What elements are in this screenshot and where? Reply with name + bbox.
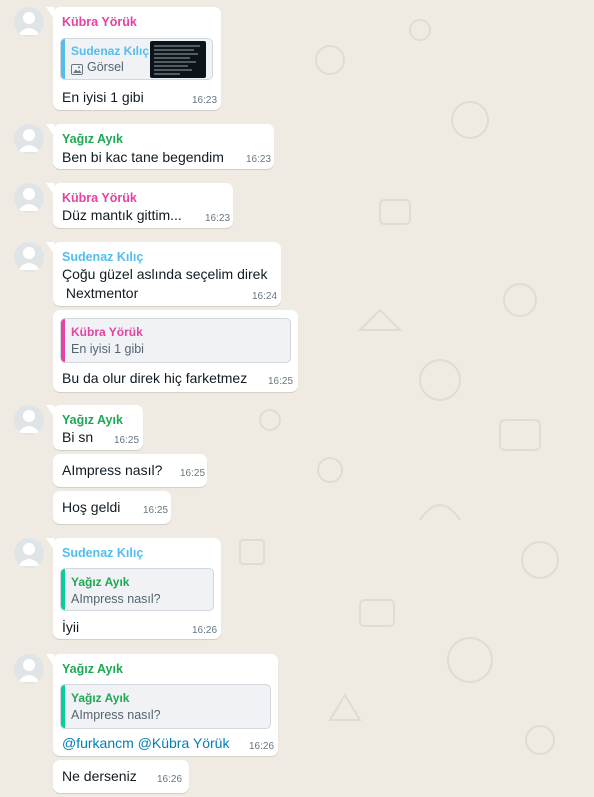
quote-sender: Yağız Ayık (71, 691, 130, 705)
sender-name[interactable]: Sudenaz Kılıç (62, 250, 143, 264)
message-time: 16:25 (180, 468, 206, 479)
message-text: Çoğu güzel aslında seçelim direk (62, 266, 268, 282)
message-time: 16:23 (192, 95, 218, 106)
default-avatar-icon (18, 659, 40, 682)
message-bubble[interactable]: AImpress nasıl? 16:25 (53, 454, 207, 487)
default-avatar-icon (18, 247, 40, 270)
sender-name[interactable]: Yağız Ayık (62, 413, 123, 427)
message-time: 16:24 (252, 291, 278, 302)
quote-bar (61, 39, 65, 79)
quote-bar (61, 569, 65, 610)
sender-name[interactable]: Kübra Yörük (62, 15, 137, 29)
default-avatar-icon (18, 188, 40, 211)
message-bubble[interactable]: Hoş geldi 16:25 (53, 491, 171, 524)
message-bubble[interactable]: Sudenaz Kılıç Yağız Ayık AImpress nasıl?… (46, 538, 221, 639)
quote-sender: Yağız Ayık (71, 575, 130, 589)
quote-text: AImpress nasıl? (71, 592, 161, 606)
avatar[interactable] (14, 7, 44, 37)
quote-bar (61, 685, 65, 728)
message-bubble[interactable]: Ne derseniz 16:26 (53, 760, 189, 793)
message-bubble[interactable]: Kübra Yörük Sudenaz Kılıç Görsel En iyis… (46, 7, 221, 110)
message-time: 16:25 (143, 505, 169, 516)
bubble-tail (46, 124, 54, 136)
quote-bar (61, 319, 65, 362)
default-avatar-icon (18, 129, 40, 152)
bubble-tail (46, 654, 54, 666)
message-text: @furkancm @Kübra Yörük (62, 735, 229, 751)
message-text: Bu da olur direk hiç farketmez (62, 370, 248, 386)
avatar[interactable] (14, 124, 44, 154)
default-avatar-icon (18, 543, 40, 566)
message-bubble[interactable]: Yağız Ayık Yağız Ayık AImpress nasıl? @f… (46, 654, 278, 756)
message-time: 16:25 (114, 435, 140, 446)
message-bubble[interactable]: Kübra Yörük En iyisi 1 gibi Bu da olur d… (53, 310, 298, 392)
avatar[interactable] (14, 654, 44, 684)
quote-text: AImpress nasıl? (71, 708, 161, 722)
message-bubble[interactable]: Yağız Ayık Bi sn 16:25 (46, 405, 143, 450)
bubble-tail (46, 405, 54, 417)
message-time: 16:26 (157, 774, 183, 785)
message-text: Hoş geldi (62, 499, 121, 515)
message-time: 16:23 (205, 213, 231, 224)
quote-text: Görsel (87, 60, 124, 74)
sender-name[interactable]: Kübra Yörük (62, 191, 137, 205)
message-bubble[interactable]: Sudenaz Kılıç Çoğu güzel aslında seçelim… (46, 242, 281, 306)
message-bubble[interactable]: Kübra Yörük Düz mantık gittim... 16:23 (46, 183, 233, 228)
default-avatar-icon (18, 410, 40, 433)
quoted-message[interactable]: Yağız Ayık AImpress nasıl? (60, 684, 271, 729)
mention-link[interactable]: @furkancm (62, 735, 134, 751)
default-avatar-icon (18, 12, 40, 35)
bubble-tail (46, 538, 54, 550)
avatar[interactable] (14, 242, 44, 272)
message-time: 16:26 (249, 741, 275, 752)
quoted-message[interactable]: Sudenaz Kılıç Görsel (60, 38, 213, 80)
message-text: İyii (62, 619, 80, 635)
message-time: 16:23 (246, 154, 272, 165)
message-text: Ne derseniz (62, 768, 137, 784)
message-text: Nextmentor (62, 285, 139, 301)
message-text: En iyisi 1 gibi (62, 89, 144, 105)
message-time: 16:25 (268, 376, 294, 387)
mention-link[interactable]: @Kübra Yörük (138, 735, 230, 751)
quote-sender: Sudenaz Kılıç (71, 44, 150, 58)
sender-name[interactable]: Yağız Ayık (62, 132, 123, 146)
message-text: AImpress nasıl? (62, 462, 163, 478)
quoted-message[interactable]: Kübra Yörük En iyisi 1 gibi (60, 318, 291, 363)
quoted-message[interactable]: Yağız Ayık AImpress nasıl? (60, 568, 214, 611)
quote-text: En iyisi 1 gibi (71, 342, 144, 356)
avatar[interactable] (14, 405, 44, 435)
message-time: 16:26 (192, 625, 218, 636)
bubble-tail (46, 242, 54, 254)
quote-thumbnail (150, 41, 206, 78)
bubble-tail (46, 183, 54, 195)
avatar[interactable] (14, 183, 44, 213)
message-text: Bi sn (62, 429, 94, 445)
message-bubble[interactable]: Yağız Ayık Ben bi kac tane begendim 16:2… (46, 124, 274, 169)
avatar[interactable] (14, 538, 44, 568)
sender-name[interactable]: Yağız Ayık (62, 662, 123, 676)
sender-name[interactable]: Sudenaz Kılıç (62, 546, 143, 560)
message-text: Ben bi kac tane begendim (62, 149, 224, 165)
bubble-tail (46, 7, 54, 19)
quote-sender: Kübra Yörük (71, 325, 143, 339)
message-text: Düz mantık gittim... (62, 207, 182, 223)
image-icon (71, 62, 83, 75)
